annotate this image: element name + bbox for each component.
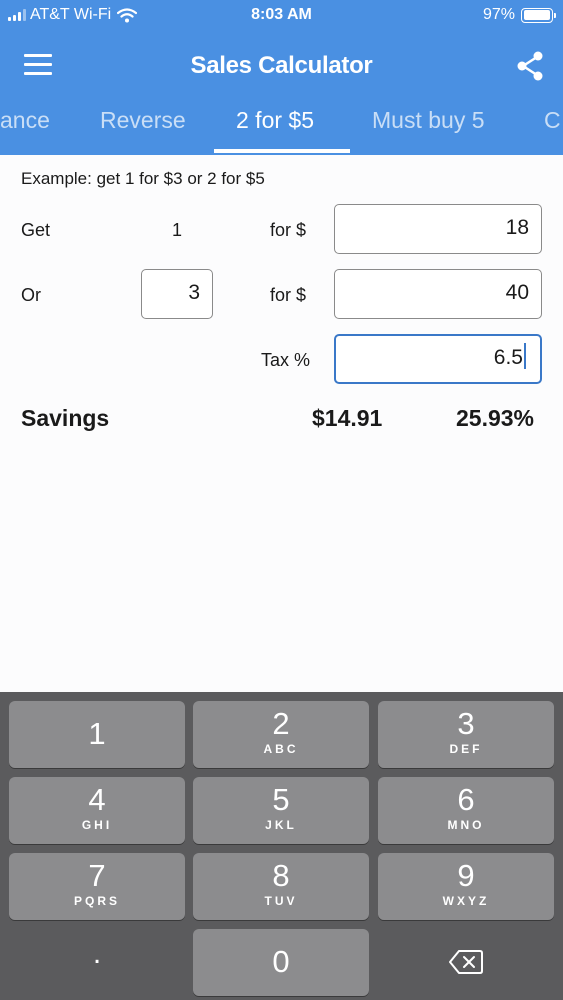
price-2-input[interactable]: 40	[334, 269, 542, 319]
numeric-keypad: 1 2 ABC 3 DEF 4 GHI 5 JKL 6 MNO 7 PQRS 8 TUV 9W…	[0, 692, 563, 1000]
key-6[interactable]: 6 MNO	[378, 777, 554, 844]
example-text: Example: get 1 for $3 or 2 for $5	[21, 169, 265, 188]
status-time: 8:03 AM	[251, 6, 312, 23]
savings-percent: 25.93%	[456, 405, 535, 431]
key-9[interactable]: 9 WXYZ	[378, 853, 554, 920]
key-0[interactable]: 0	[193, 929, 369, 996]
key-3[interactable]: 3 DEF	[378, 701, 554, 768]
key-letters: WXYZ	[442, 894, 490, 908]
status-right: 97%	[482, 6, 556, 24]
calculator-form: Example: get 1 for $3 or 2 for $5 Get 1 …	[0, 155, 563, 692]
or-quantity-input[interactable]: 3	[141, 269, 213, 319]
key-1[interactable]: 1	[9, 701, 185, 768]
key-digit: 4	[88, 782, 106, 817]
tab-clearance[interactable]: ance	[0, 107, 50, 134]
app-header: AT&T Wi-Fi 8:03 AM 97% Sales Calculator …	[0, 0, 563, 155]
price-1-input[interactable]: 18	[334, 204, 542, 254]
key-letters: ABC	[263, 742, 299, 756]
key-letters: DEF	[449, 742, 483, 756]
key-decimal[interactable]: .	[9, 929, 185, 996]
key-digit: 9	[457, 858, 475, 893]
key-letters: GHI	[81, 818, 113, 832]
key-digit: 2	[272, 706, 290, 741]
key-2[interactable]: 2 ABC	[193, 701, 369, 768]
tab-reverse[interactable]: Reverse	[100, 107, 186, 134]
for-price-label-1: for $	[270, 220, 307, 240]
key-digit: 0	[272, 944, 290, 979]
tab-bar: ance Reverse 2 for $5 Must buy 5 C	[0, 95, 563, 155]
key-letters: MNO	[447, 818, 485, 832]
battery-icon	[521, 7, 556, 23]
tab-next[interactable]: C	[544, 107, 561, 134]
key-letters: JKL	[265, 818, 297, 832]
status-bar: AT&T Wi-Fi 8:03 AM 97%	[0, 0, 563, 30]
key-8[interactable]: 8 TUV	[193, 853, 369, 920]
key-digit: 1	[88, 716, 106, 751]
for-price-label-2: for $	[270, 285, 307, 305]
or-label: Or	[21, 285, 41, 305]
key-letters: PQRS	[73, 894, 120, 908]
key-digit: 3	[457, 706, 475, 741]
text-caret	[524, 343, 526, 370]
savings-amount: $14.91	[312, 405, 383, 431]
key-digit: 8	[272, 858, 290, 893]
get-label: Get	[21, 220, 51, 240]
backspace-icon	[449, 950, 483, 974]
title-bar: Sales Calculator	[0, 40, 563, 92]
key-7[interactable]: 7 PQRS	[9, 853, 185, 920]
battery-percent: 97%	[482, 6, 515, 23]
key-letters: TUV	[264, 894, 298, 908]
key-4[interactable]: 4 GHI	[9, 777, 185, 844]
tax-input[interactable]: 6.5	[334, 334, 542, 384]
backspace-key[interactable]	[378, 929, 554, 996]
key-digit: 7	[88, 858, 106, 893]
tab-2-for-5[interactable]: 2 for $5	[236, 107, 314, 134]
key-digit: 5	[272, 782, 290, 817]
get-quantity: 1	[172, 220, 183, 240]
share-icon[interactable]	[515, 50, 545, 82]
savings-label: Savings	[21, 405, 110, 431]
key-digit: 6	[457, 782, 475, 817]
active-tab-indicator	[214, 149, 350, 153]
tax-value: 6.5	[493, 346, 523, 369]
tax-label: Tax %	[261, 350, 311, 370]
tab-must-buy-5[interactable]: Must buy 5	[372, 107, 485, 134]
page-title: Sales Calculator	[190, 52, 373, 79]
key-5[interactable]: 5 JKL	[193, 777, 369, 844]
